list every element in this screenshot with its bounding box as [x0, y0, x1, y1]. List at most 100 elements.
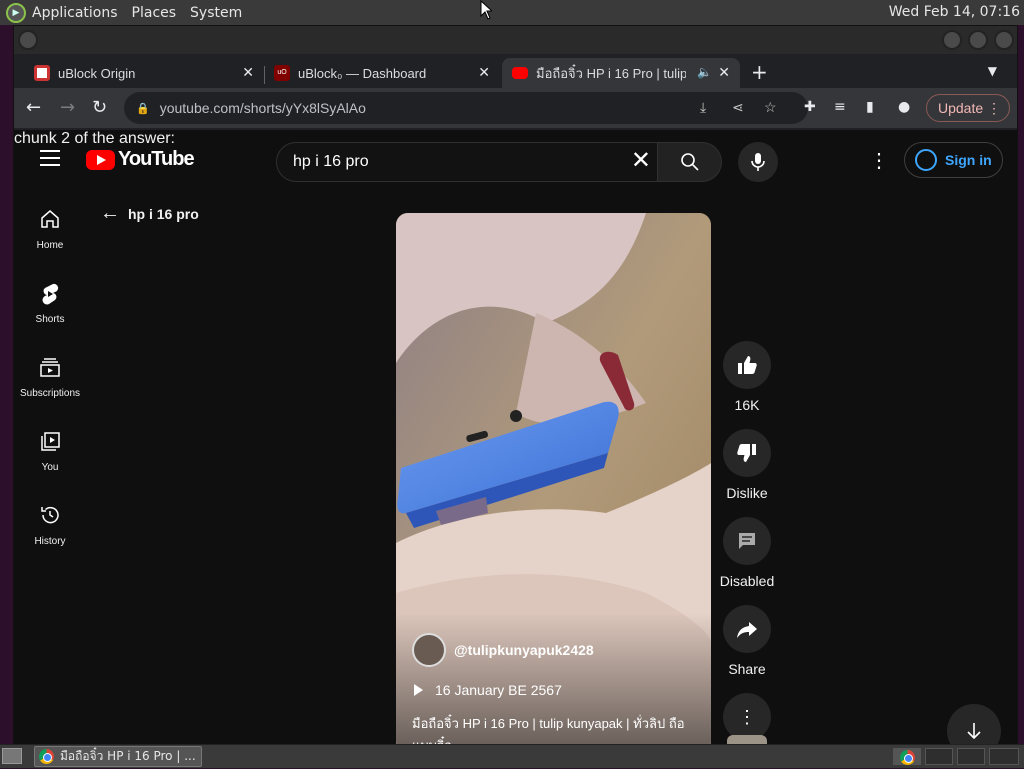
distro-logo-icon[interactable]: ▶: [6, 2, 26, 23]
channel-link[interactable]: @tulipkunyapuk2428: [412, 633, 594, 667]
side-panel-icon[interactable]: ▮: [866, 99, 874, 115]
share-label: Share: [728, 661, 766, 677]
window-titlebar[interactable]: [14, 26, 1017, 54]
update-button[interactable]: Update ⋮: [926, 94, 1010, 122]
share-button[interactable]: Share: [719, 605, 775, 677]
install-app-icon[interactable]: ⤓: [700, 99, 706, 116]
close-tab-icon[interactable]: ✕: [242, 64, 254, 81]
browser-toolbar: ← → ↻ 🔒 youtube.com/shorts/yYx8lSyAlAo ⤓…: [14, 88, 1017, 128]
search-query[interactable]: hp i 16 pro: [293, 153, 369, 171]
comments-button[interactable]: Disabled: [719, 517, 775, 589]
sidebar-item-label: Subscriptions: [19, 388, 81, 399]
channel-name[interactable]: @tulipkunyapuk2428: [454, 642, 594, 658]
taskbar-window-label: มือถือจิ๋ว HP i 16 Pro | ...: [60, 749, 196, 763]
extensions-puzzle-icon[interactable]: ✚: [804, 99, 816, 115]
thumbs-down-icon: [737, 444, 756, 462]
menu-applications[interactable]: Applications: [32, 5, 118, 21]
show-desktop-icon[interactable]: [2, 748, 22, 764]
youtube-header: YouTube hp i 16 pro ✕ ⋮ Sign in: [14, 130, 1017, 186]
audio-playing-icon[interactable]: 🔈: [697, 65, 712, 79]
youtube-logo[interactable]: YouTube: [86, 148, 195, 171]
bookmark-star-icon[interactable]: ☆: [764, 99, 777, 116]
clock[interactable]: Wed Feb 14, 07:16: [889, 4, 1020, 20]
tab-ublock-dashboard[interactable]: uO uBlock₀ — Dashboard ✕: [264, 58, 500, 88]
home-icon: [41, 210, 59, 228]
thumbs-up-icon: [738, 356, 757, 374]
forward-icon[interactable]: →: [60, 97, 75, 118]
workspace-2[interactable]: [925, 748, 953, 765]
sidebar-item-you[interactable]: You: [14, 430, 86, 473]
channel-avatar[interactable]: [412, 633, 446, 667]
address-bar[interactable]: 🔒 youtube.com/shorts/yYx8lSyAlAo ⤓ ⋖ ☆: [124, 92, 808, 124]
youtube-page: YouTube hp i 16 pro ✕ ⋮ Sign in chunk 2 …: [14, 130, 1017, 744]
back-to-search-link[interactable]: ← hp i 16 pro: [100, 202, 199, 225]
close-window-icon[interactable]: [994, 30, 1014, 50]
new-tab-icon[interactable]: +: [751, 60, 768, 84]
chrome-icon: [900, 750, 915, 765]
menu-system[interactable]: System: [190, 5, 242, 21]
browser-menu-icon[interactable]: ⋮: [987, 100, 1001, 117]
short-date: 16 January BE 2567: [414, 682, 562, 698]
youtube-favicon-icon: [512, 67, 528, 79]
close-tab-icon[interactable]: ✕: [718, 64, 730, 81]
reload-icon[interactable]: ↻: [92, 97, 107, 118]
sign-in-button[interactable]: Sign in: [904, 142, 1003, 178]
account-circle-icon: [915, 149, 937, 171]
sidebar-item-history[interactable]: History: [14, 504, 86, 547]
sidebar-item-subscriptions[interactable]: Subscriptions: [14, 356, 86, 399]
workspace-1[interactable]: [893, 748, 921, 765]
chevron-down-icon[interactable]: ▼: [988, 64, 997, 78]
workspace-3[interactable]: [957, 748, 985, 765]
guide-menu-icon[interactable]: [40, 150, 60, 171]
short-title[interactable]: มือถือจิ๋ว HP i 16 Pro | tulip kunyapak …: [412, 713, 697, 744]
youtube-wordmark: YouTube: [118, 148, 195, 170]
youtube-play-logo-icon: [86, 149, 115, 170]
tab-youtube-short[interactable]: มือถือจิ๋ว HP i 16 Pro | tulip k 🔈 ✕: [502, 58, 740, 88]
back-icon[interactable]: ←: [26, 97, 41, 118]
sign-in-label: Sign in: [945, 152, 992, 168]
clear-search-icon[interactable]: ✕: [631, 149, 651, 173]
share-arrow-icon: [737, 622, 757, 638]
ublock-favicon-icon: [34, 65, 50, 81]
profile-icon[interactable]: ●: [898, 99, 910, 115]
browser-window: uBlock Origin ✕ uO uBlock₀ — Dashboard ✕…: [13, 25, 1018, 745]
more-vert-icon: ⋮: [738, 706, 756, 727]
like-button[interactable]: 16K: [719, 341, 775, 413]
sidebar-item-label: History: [34, 536, 66, 547]
sidebar-item-home[interactable]: Home: [14, 208, 86, 251]
bottom-taskbar: มือถือจิ๋ว HP i 16 Pro | ...: [0, 744, 1024, 768]
next-short-button[interactable]: [947, 704, 1001, 744]
dislike-button[interactable]: Dislike: [719, 429, 775, 501]
site-info-icon[interactable]: 🔒: [136, 102, 150, 115]
short-video-player[interactable]: @tulipkunyapuk2428 16 January BE 2567 มื…: [396, 213, 711, 744]
date-text: 16 January BE 2567: [435, 682, 562, 698]
tab-ublock-origin[interactable]: uBlock Origin ✕: [24, 58, 264, 88]
subscriptions-icon: [40, 358, 60, 377]
like-count: 16K: [734, 397, 760, 413]
comments-label: Disabled: [719, 573, 775, 589]
sidebar-item-label: Shorts: [35, 314, 65, 325]
window-menu-icon[interactable]: [18, 30, 38, 50]
minimize-icon[interactable]: [942, 30, 962, 50]
voice-search-button[interactable]: [738, 142, 778, 182]
media-queue-icon[interactable]: ≡: [834, 99, 846, 115]
search-input[interactable]: hp i 16 pro ✕: [276, 142, 658, 182]
taskbar-window-button[interactable]: มือถือจิ๋ว HP i 16 Pro | ...: [34, 746, 202, 767]
url-text[interactable]: youtube.com/shorts/yYx8lSyAlAo: [160, 100, 366, 116]
workspace-4[interactable]: [989, 748, 1019, 765]
dislike-label: Dislike: [726, 485, 768, 501]
menu-places[interactable]: Places: [132, 5, 177, 21]
maximize-icon[interactable]: [968, 30, 988, 50]
share-page-icon[interactable]: ⋖: [732, 99, 744, 116]
close-tab-icon[interactable]: ✕: [478, 64, 490, 81]
sound-thumbnail[interactable]: [727, 735, 767, 744]
sidebar-item-shorts[interactable]: Shorts: [14, 282, 86, 325]
chrome-icon: [39, 749, 54, 764]
update-label: Update: [938, 100, 984, 116]
comment-icon: [739, 533, 755, 549]
search-button[interactable]: [658, 142, 722, 182]
arrow-back-icon: ←: [100, 202, 120, 224]
tab-label: มือถือจิ๋ว HP i 16 Pro | tulip k: [536, 65, 686, 81]
settings-more-icon[interactable]: ⋮: [869, 148, 889, 173]
shorts-icon: [42, 283, 59, 305]
